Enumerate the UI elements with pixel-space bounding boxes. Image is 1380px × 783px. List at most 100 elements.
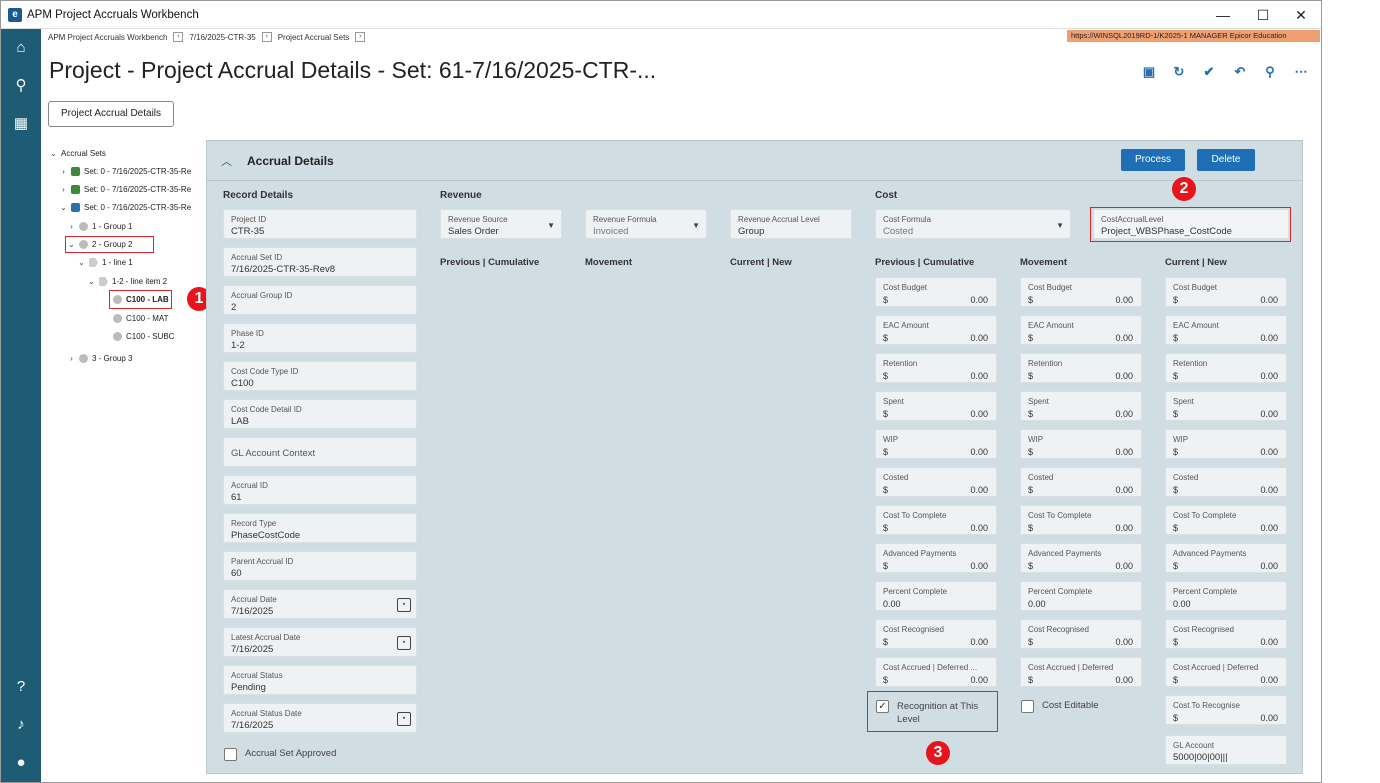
cost-field[interactable]: Cost Recognised $0.00: [875, 619, 997, 649]
cost-field[interactable]: Spent $0.00: [1165, 391, 1287, 421]
cost-field[interactable]: Costed $0.00: [1165, 467, 1287, 497]
cost-field[interactable]: WIP $0.00: [875, 429, 997, 459]
record-field[interactable]: Accrual Status Date 7/16/2025 ▪: [223, 703, 417, 733]
cost-field[interactable]: EAC Amount $0.00: [1020, 315, 1142, 345]
cost-field[interactable]: Advanced Payments $0.00: [1165, 543, 1287, 573]
chevron-right-icon[interactable]: ›: [67, 222, 76, 231]
cost-formula-select[interactable]: Cost Formula Costed ▼: [875, 209, 1071, 239]
calendar-icon[interactable]: ▪: [397, 712, 411, 726]
close-button[interactable]: ✕: [1286, 5, 1316, 25]
cost-field[interactable]: Spent $0.00: [875, 391, 997, 421]
save-icon[interactable]: ▣: [1140, 63, 1158, 81]
record-field[interactable]: Phase ID 1-2: [223, 323, 417, 353]
revenue-source-select[interactable]: Revenue Source Sales Order ▼: [440, 209, 562, 239]
record-field[interactable]: Cost Code Type ID C100: [223, 361, 417, 391]
revenue-formula-select[interactable]: Revenue Formula Invoiced ▼: [585, 209, 707, 239]
chevron-right-icon[interactable]: ›: [261, 32, 272, 42]
cost-field[interactable]: Advanced Payments $0.00: [1020, 543, 1142, 573]
search-icon[interactable]: ⚲: [1261, 63, 1279, 81]
clear-icon[interactable]: ✔: [1200, 63, 1218, 81]
cost-field[interactable]: Cost Accrued | Deferred $0.00: [1020, 657, 1142, 687]
tree-line[interactable]: ⌄ 1 - line 1: [77, 258, 133, 267]
record-field[interactable]: Cost Code Detail ID LAB: [223, 399, 417, 429]
cost-field[interactable]: Cost Budget $0.00: [1020, 277, 1142, 307]
chevron-down-icon[interactable]: ⌄: [59, 203, 68, 212]
cost-field[interactable]: Spent $0.00: [1020, 391, 1142, 421]
calendar-icon[interactable]: ▪: [397, 598, 411, 612]
cost-editable-checkbox[interactable]: Cost Editable: [1021, 700, 1099, 713]
cost-field[interactable]: Percent Complete 0.00: [875, 581, 997, 611]
home-icon[interactable]: ⌂: [11, 38, 31, 58]
chevron-down-icon[interactable]: ⌄: [87, 277, 96, 286]
tree-root[interactable]: ⌄ Accrual Sets: [49, 149, 106, 158]
tree-group[interactable]: › 3 - Group 3: [67, 354, 132, 363]
record-field[interactable]: Project ID CTR-35: [223, 209, 417, 239]
cost-field[interactable]: Cost To Complete $0.00: [1165, 505, 1287, 535]
chevron-right-icon[interactable]: ›: [173, 32, 184, 42]
process-button[interactable]: Process: [1121, 149, 1185, 171]
tree-costcode[interactable]: C100 - SUBC: [113, 332, 174, 341]
record-field[interactable]: Accrual Group ID 2: [223, 285, 417, 315]
record-field[interactable]: Record Type PhaseCostCode: [223, 513, 417, 543]
cost-field[interactable]: Percent Complete 0.00: [1165, 581, 1287, 611]
cost-field[interactable]: Cost To Complete $0.00: [875, 505, 997, 535]
project-accrual-details-button[interactable]: Project Accrual Details: [48, 101, 174, 127]
cost-field[interactable]: Percent Complete 0.00: [1020, 581, 1142, 611]
tree-set[interactable]: › Set: 0 - 7/16/2025-CTR-35-Re: [59, 167, 191, 176]
chevron-up-icon[interactable]: ︿: [221, 153, 232, 169]
delete-button[interactable]: Delete: [1197, 149, 1255, 171]
cost-field[interactable]: Cost To Recognise $0.00: [1165, 695, 1287, 725]
chevron-right-icon[interactable]: ›: [355, 32, 366, 42]
breadcrumb-item[interactable]: Project Accrual Sets: [278, 33, 350, 42]
more-icon[interactable]: ⋯: [1292, 63, 1310, 81]
cost-field[interactable]: Cost Accrued | Deferred ... $0.00: [875, 657, 997, 687]
cost-field[interactable]: Advanced Payments $0.00: [875, 543, 997, 573]
cost-field[interactable]: Retention $0.00: [1020, 353, 1142, 383]
cost-field[interactable]: Retention $0.00: [875, 353, 997, 383]
tree-line[interactable]: ⌄ 1-2 - line item 2: [87, 277, 167, 286]
checkbox-box[interactable]: [224, 748, 237, 761]
chevron-right-icon[interactable]: ›: [59, 185, 68, 194]
cost-field[interactable]: EAC Amount $0.00: [1165, 315, 1287, 345]
cost-field[interactable]: Retention $0.00: [1165, 353, 1287, 383]
cost-field[interactable]: Cost Budget $0.00: [1165, 277, 1287, 307]
checkbox-box[interactable]: [1021, 700, 1034, 713]
chevron-down-icon[interactable]: ⌄: [49, 149, 58, 158]
record-field[interactable]: GL Account Context: [223, 437, 417, 467]
cost-field[interactable]: Cost Recognised $0.00: [1020, 619, 1142, 649]
tree-set[interactable]: › Set: 0 - 7/16/2025-CTR-35-Re: [59, 185, 191, 194]
tree-group[interactable]: › 1 - Group 1: [67, 222, 132, 231]
cost-field[interactable]: WIP $0.00: [1020, 429, 1142, 459]
user-icon[interactable]: ●: [11, 753, 31, 773]
cost-field[interactable]: EAC Amount $0.00: [875, 315, 997, 345]
tree-set[interactable]: ⌄ Set: 0 - 7/16/2025-CTR-35-Re: [59, 203, 191, 212]
cost-field[interactable]: Cost To Complete $0.00: [1020, 505, 1142, 535]
cost-field[interactable]: Costed $0.00: [1020, 467, 1142, 497]
cost-field[interactable]: WIP $0.00: [1165, 429, 1287, 459]
cost-field[interactable]: Cost Budget $0.00: [875, 277, 997, 307]
record-field[interactable]: Latest Accrual Date 7/16/2025 ▪: [223, 627, 417, 657]
maximize-button[interactable]: ☐: [1248, 5, 1278, 25]
record-field[interactable]: Accrual Set ID 7/16/2025-CTR-35-Rev8: [223, 247, 417, 277]
tree-costcode[interactable]: C100 - MAT: [113, 314, 169, 323]
cost-field[interactable]: Cost Accrued | Deferred $0.00: [1165, 657, 1287, 687]
breadcrumb-item[interactable]: 7/16/2025-CTR-35: [189, 33, 255, 42]
record-field[interactable]: Accrual Status Pending: [223, 665, 417, 695]
calendar-icon[interactable]: ▪: [397, 636, 411, 650]
accrual-set-approved-checkbox[interactable]: Accrual Set Approved: [224, 748, 336, 761]
chevron-right-icon[interactable]: ›: [67, 354, 76, 363]
bell-icon[interactable]: ♪: [11, 715, 31, 735]
chevron-right-icon[interactable]: ›: [59, 167, 68, 176]
breadcrumb-item[interactable]: APM Project Accruals Workbench: [48, 33, 167, 42]
minimize-button[interactable]: —: [1208, 5, 1238, 25]
record-field[interactable]: Accrual Date 7/16/2025 ▪: [223, 589, 417, 619]
record-field[interactable]: Parent Accrual ID 60: [223, 551, 417, 581]
refresh-icon[interactable]: ↻: [1170, 63, 1188, 81]
undo-icon[interactable]: ↶: [1231, 63, 1249, 81]
help-icon[interactable]: ?: [11, 677, 31, 697]
cost-field[interactable]: Cost Recognised $0.00: [1165, 619, 1287, 649]
search-icon[interactable]: ⚲: [11, 76, 31, 96]
cost-field[interactable]: Costed $0.00: [875, 467, 997, 497]
record-field[interactable]: Accrual ID 61: [223, 475, 417, 505]
apps-grid-icon[interactable]: ▦: [11, 114, 31, 134]
